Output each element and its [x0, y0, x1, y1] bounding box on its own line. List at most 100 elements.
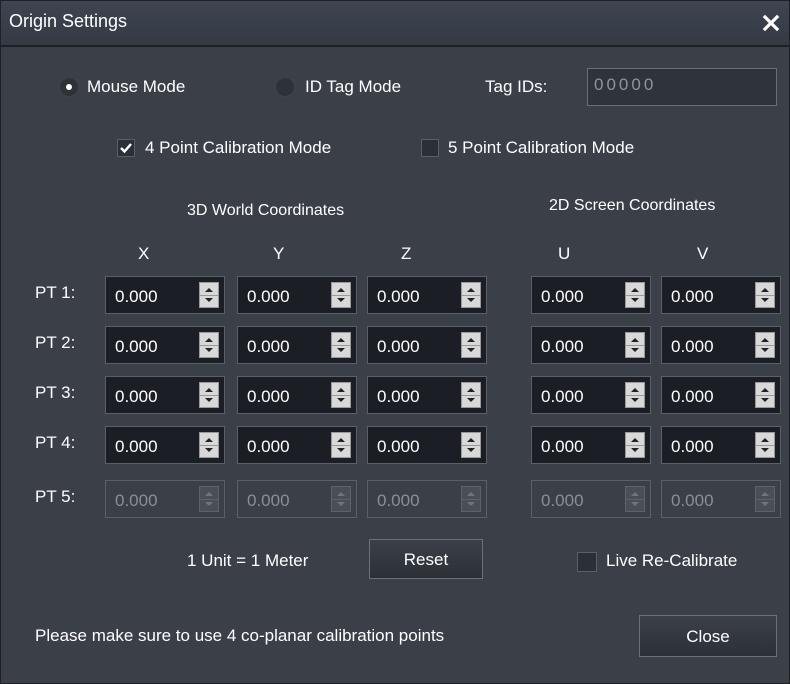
pt1-z-spinner[interactable]: 0.000: [367, 276, 487, 314]
spinner-value[interactable]: 0.000: [671, 437, 714, 457]
spinner-arrows[interactable]: [755, 282, 775, 308]
arrow-up-icon[interactable]: [631, 288, 639, 292]
arrow-up-icon[interactable]: [467, 288, 475, 292]
spinner-value[interactable]: 0.000: [377, 437, 420, 457]
spinner-value[interactable]: 0.000: [115, 337, 158, 357]
arrow-down-icon[interactable]: [631, 448, 639, 452]
arrow-up-icon[interactable]: [205, 388, 213, 392]
spinner-arrows[interactable]: [199, 332, 219, 358]
id-tag-mode-radio[interactable]: [275, 77, 295, 97]
arrow-down-icon[interactable]: [467, 398, 475, 402]
mouse-mode-label[interactable]: Mouse Mode: [87, 77, 185, 97]
spinner-value[interactable]: 0.000: [377, 287, 420, 307]
tag-ids-input[interactable]: 00000: [587, 68, 777, 106]
arrow-up-icon[interactable]: [337, 288, 345, 292]
arrow-up-icon[interactable]: [205, 338, 213, 342]
spinner-value[interactable]: 0.000: [541, 437, 584, 457]
spinner-arrows[interactable]: [625, 282, 645, 308]
live-recalibrate-label[interactable]: Live Re-Calibrate: [606, 551, 737, 571]
arrow-down-icon[interactable]: [337, 348, 345, 352]
spinner-arrows[interactable]: [199, 432, 219, 458]
arrow-up-icon[interactable]: [761, 438, 769, 442]
arrow-up-icon[interactable]: [205, 288, 213, 292]
arrow-down-icon[interactable]: [761, 398, 769, 402]
pt3-v-spinner[interactable]: 0.000: [661, 376, 781, 414]
pt4-v-spinner[interactable]: 0.000: [661, 426, 781, 464]
arrow-down-icon[interactable]: [205, 298, 213, 302]
pt1-y-spinner[interactable]: 0.000: [237, 276, 357, 314]
arrow-down-icon[interactable]: [205, 398, 213, 402]
arrow-up-icon[interactable]: [761, 338, 769, 342]
spinner-value[interactable]: 0.000: [247, 437, 290, 457]
arrow-down-icon[interactable]: [337, 448, 345, 452]
arrow-up-icon[interactable]: [761, 388, 769, 392]
arrow-down-icon[interactable]: [467, 298, 475, 302]
arrow-up-icon[interactable]: [631, 388, 639, 392]
spinner-value[interactable]: 0.000: [671, 287, 714, 307]
arrow-up-icon[interactable]: [467, 338, 475, 342]
pt2-y-spinner[interactable]: 0.000: [237, 326, 357, 364]
pt2-x-spinner[interactable]: 0.000: [105, 326, 225, 364]
arrow-down-icon[interactable]: [467, 348, 475, 352]
spinner-arrows[interactable]: [331, 332, 351, 358]
spinner-arrows[interactable]: [331, 282, 351, 308]
spinner-arrows[interactable]: [461, 332, 481, 358]
arrow-down-icon[interactable]: [631, 298, 639, 302]
spinner-value[interactable]: 0.000: [377, 387, 420, 407]
five-point-label[interactable]: 5 Point Calibration Mode: [448, 138, 634, 158]
arrow-down-icon[interactable]: [761, 348, 769, 352]
spinner-value[interactable]: 0.000: [377, 337, 420, 357]
arrow-up-icon[interactable]: [337, 388, 345, 392]
spinner-value[interactable]: 0.000: [671, 387, 714, 407]
pt3-z-spinner[interactable]: 0.000: [367, 376, 487, 414]
pt4-y-spinner[interactable]: 0.000: [237, 426, 357, 464]
spinner-value[interactable]: 0.000: [247, 287, 290, 307]
close-icon[interactable]: [761, 13, 781, 33]
spinner-arrows[interactable]: [625, 332, 645, 358]
spinner-value[interactable]: 0.000: [247, 387, 290, 407]
arrow-down-icon[interactable]: [337, 298, 345, 302]
arrow-up-icon[interactable]: [337, 338, 345, 342]
arrow-up-icon[interactable]: [337, 438, 345, 442]
spinner-arrows[interactable]: [199, 282, 219, 308]
arrow-down-icon[interactable]: [761, 448, 769, 452]
spinner-value[interactable]: 0.000: [247, 337, 290, 357]
pt4-x-spinner[interactable]: 0.000: [105, 426, 225, 464]
pt1-u-spinner[interactable]: 0.000: [531, 276, 651, 314]
spinner-arrows[interactable]: [625, 432, 645, 458]
five-point-checkbox[interactable]: [421, 139, 439, 157]
pt3-x-spinner[interactable]: 0.000: [105, 376, 225, 414]
arrow-down-icon[interactable]: [205, 448, 213, 452]
pt1-x-spinner[interactable]: 0.000: [105, 276, 225, 314]
arrow-up-icon[interactable]: [467, 438, 475, 442]
title-bar[interactable]: Origin Settings: [1, 1, 789, 47]
arrow-down-icon[interactable]: [205, 348, 213, 352]
spinner-arrows[interactable]: [755, 432, 775, 458]
arrow-up-icon[interactable]: [631, 438, 639, 442]
arrow-up-icon[interactable]: [205, 438, 213, 442]
four-point-label[interactable]: 4 Point Calibration Mode: [145, 138, 331, 158]
pt3-u-spinner[interactable]: 0.000: [531, 376, 651, 414]
spinner-arrows[interactable]: [331, 382, 351, 408]
spinner-value[interactable]: 0.000: [541, 387, 584, 407]
arrow-up-icon[interactable]: [467, 388, 475, 392]
spinner-value[interactable]: 0.000: [671, 337, 714, 357]
pt2-u-spinner[interactable]: 0.000: [531, 326, 651, 364]
spinner-arrows[interactable]: [461, 382, 481, 408]
arrow-down-icon[interactable]: [337, 398, 345, 402]
arrow-down-icon[interactable]: [631, 348, 639, 352]
spinner-arrows[interactable]: [331, 432, 351, 458]
spinner-value[interactable]: 0.000: [115, 387, 158, 407]
pt4-z-spinner[interactable]: 0.000: [367, 426, 487, 464]
pt1-v-spinner[interactable]: 0.000: [661, 276, 781, 314]
spinner-value[interactable]: 0.000: [115, 287, 158, 307]
close-button[interactable]: Close: [639, 615, 777, 657]
spinner-value[interactable]: 0.000: [541, 287, 584, 307]
spinner-arrows[interactable]: [461, 432, 481, 458]
pt2-z-spinner[interactable]: 0.000: [367, 326, 487, 364]
arrow-down-icon[interactable]: [761, 298, 769, 302]
spinner-arrows[interactable]: [199, 382, 219, 408]
live-recalibrate-checkbox[interactable]: [577, 552, 597, 572]
spinner-arrows[interactable]: [625, 382, 645, 408]
arrow-up-icon[interactable]: [761, 288, 769, 292]
